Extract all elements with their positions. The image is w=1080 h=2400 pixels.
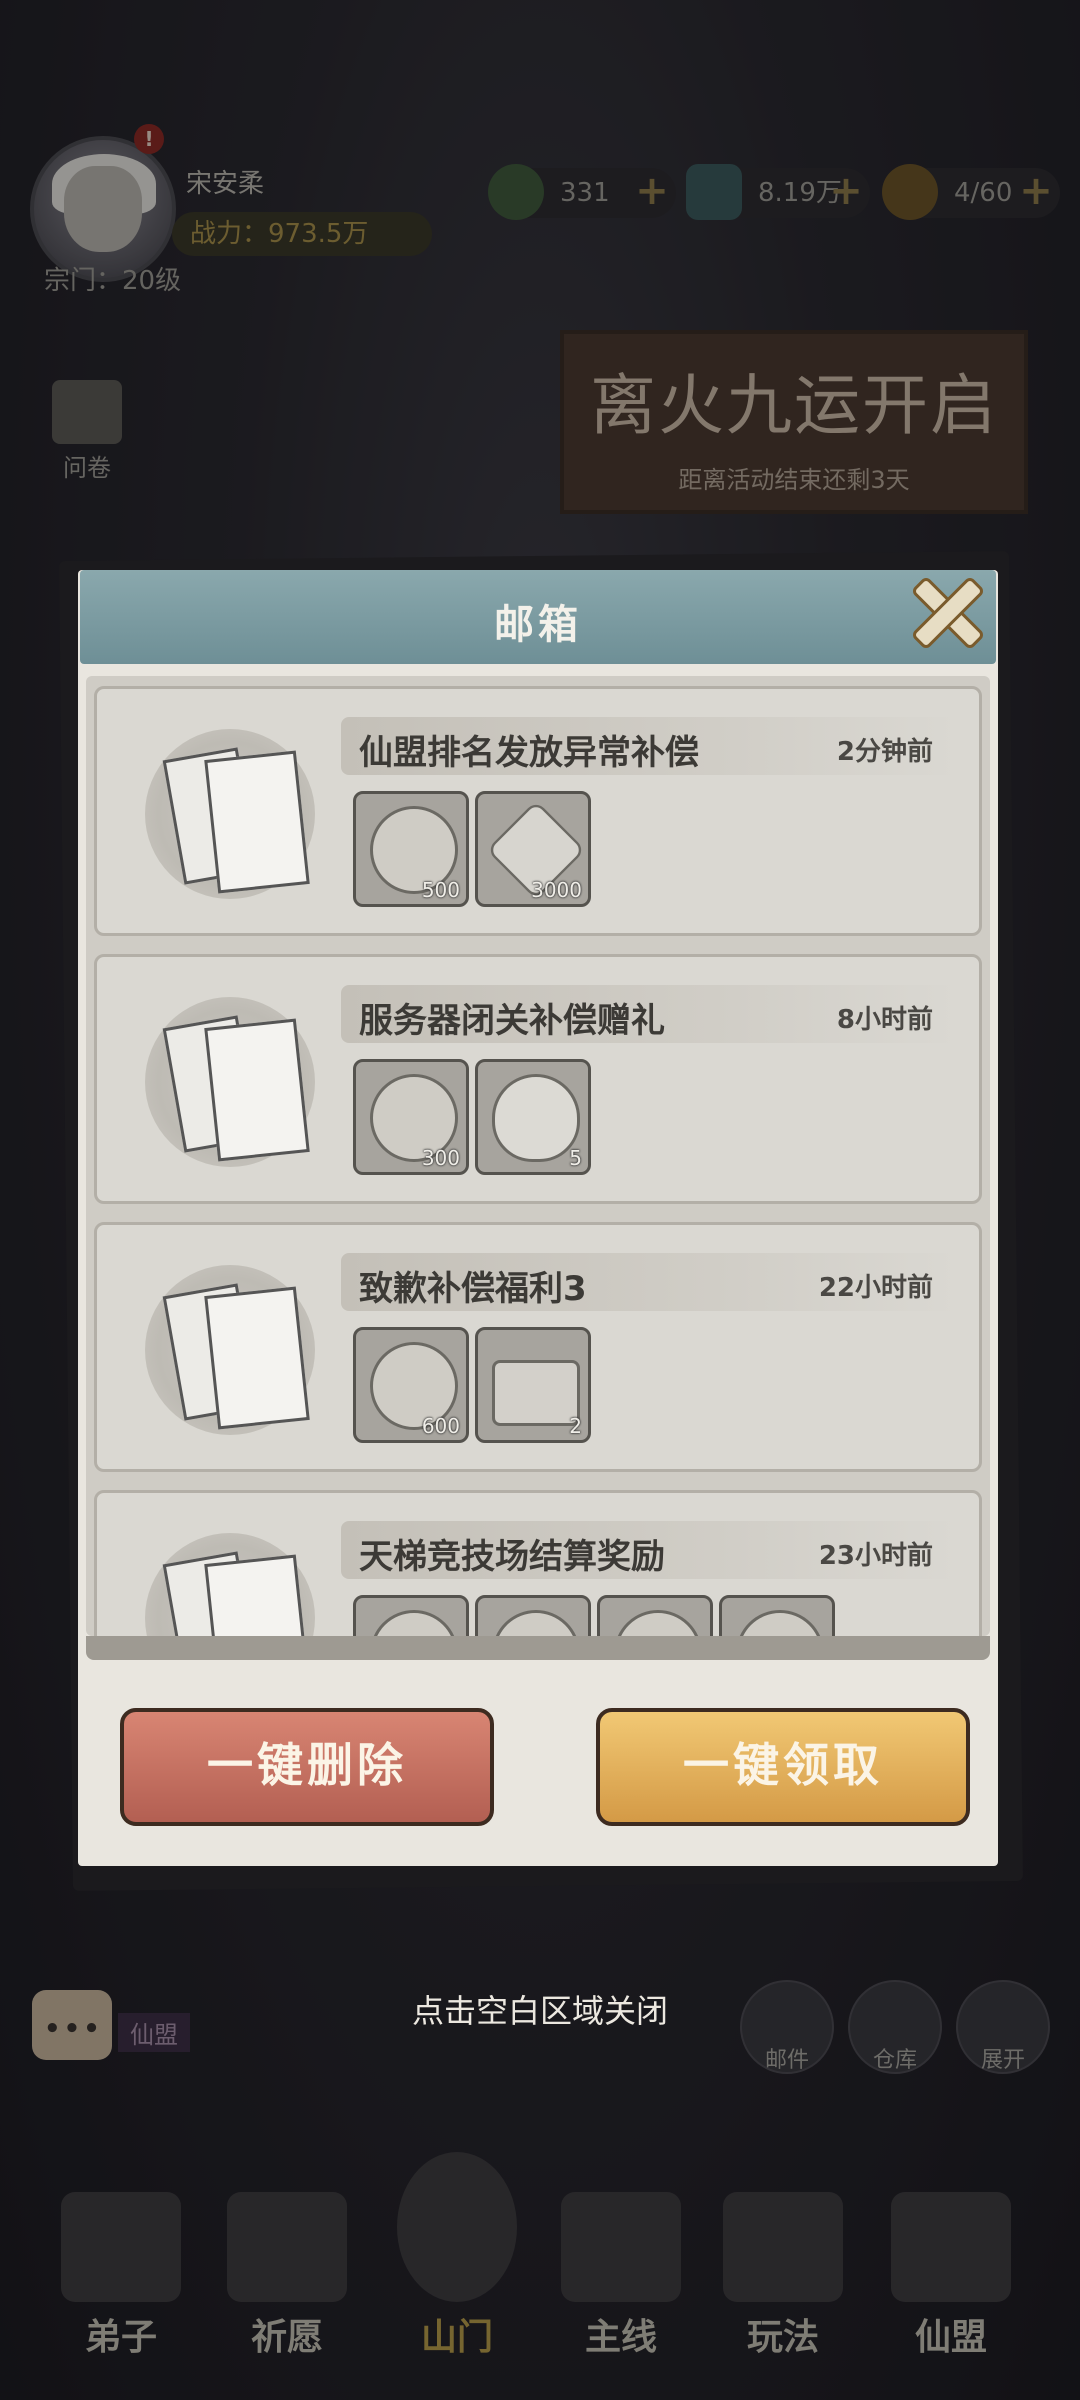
close-button[interactable] [896,562,992,658]
reward-icon [736,1610,824,1636]
flame-icon [492,1074,580,1162]
reward-item[interactable] [597,1595,713,1636]
mail-time: 23小时前 [818,1541,933,1571]
mailbox-popup: 邮箱 仙盟排名发放异常补偿 2分钟前 500 3000 服务器闭关补偿赠礼 8小… [59,551,1023,1891]
popup-title: 邮箱 [494,602,582,648]
reward-item[interactable]: 300 [353,1059,469,1175]
mail-time: 2分钟前 [836,737,933,767]
mail-item[interactable]: 服务器闭关补偿赠礼 8小时前 300 5 [94,954,982,1204]
delete-all-button[interactable]: 一键删除 [120,1708,494,1826]
mail-item[interactable]: 仙盟排名发放异常补偿 2分钟前 500 3000 [94,686,982,936]
mail-time: 22小时前 [818,1273,933,1303]
mail-title: 服务器闭关补偿赠礼 [359,1001,665,1041]
letter-front [204,750,310,894]
reward-item[interactable]: 2 [475,1327,591,1443]
mail-title: 仙盟排名发放异常补偿 [359,733,699,773]
reward-item[interactable]: 3000 [475,791,591,907]
mail-list-edge [86,1636,990,1660]
treasure-chest-icon [492,1360,580,1426]
reward-icon [614,1610,702,1636]
reward-icon [492,1610,580,1636]
reward-qty: 600 [421,1414,460,1438]
reward-qty: 300 [421,1146,460,1170]
letter-icon [145,1533,315,1636]
reward-qty: 500 [421,878,460,902]
mail-item[interactable]: 致歉补偿福利3 22小时前 600 2 [94,1222,982,1472]
letter-front [204,1018,310,1162]
reward-icon [370,1610,458,1636]
popup-header: 邮箱 [80,570,996,664]
reward-item[interactable] [475,1595,591,1636]
mail-time: 8小时前 [836,1005,933,1035]
mail-list[interactable]: 仙盟排名发放异常补偿 2分钟前 500 3000 服务器闭关补偿赠礼 8小时前 … [86,676,990,1636]
reward-qty: 2 [569,1414,582,1438]
reward-qty: 3000 [531,878,582,902]
reward-item[interactable]: 600 [353,1327,469,1443]
mail-item[interactable]: 天梯竞技场结算奖励 23小时前 [94,1490,982,1636]
letter-icon [145,1265,315,1435]
claim-all-button[interactable]: 一键领取 [596,1708,970,1826]
reward-item[interactable] [719,1595,835,1636]
close-hint: 点击空白区域关闭 [411,1992,668,2030]
letter-front [204,1286,310,1430]
reward-item[interactable]: 500 [353,791,469,907]
mail-title: 天梯竞技场结算奖励 [359,1537,665,1577]
letter-icon [145,729,315,899]
reward-item[interactable]: 5 [475,1059,591,1175]
letter-front [204,1554,310,1636]
reward-qty: 5 [569,1146,582,1170]
reward-item[interactable] [353,1595,469,1636]
letter-icon [145,997,315,1167]
mail-title: 致歉补偿福利3 [359,1269,587,1309]
